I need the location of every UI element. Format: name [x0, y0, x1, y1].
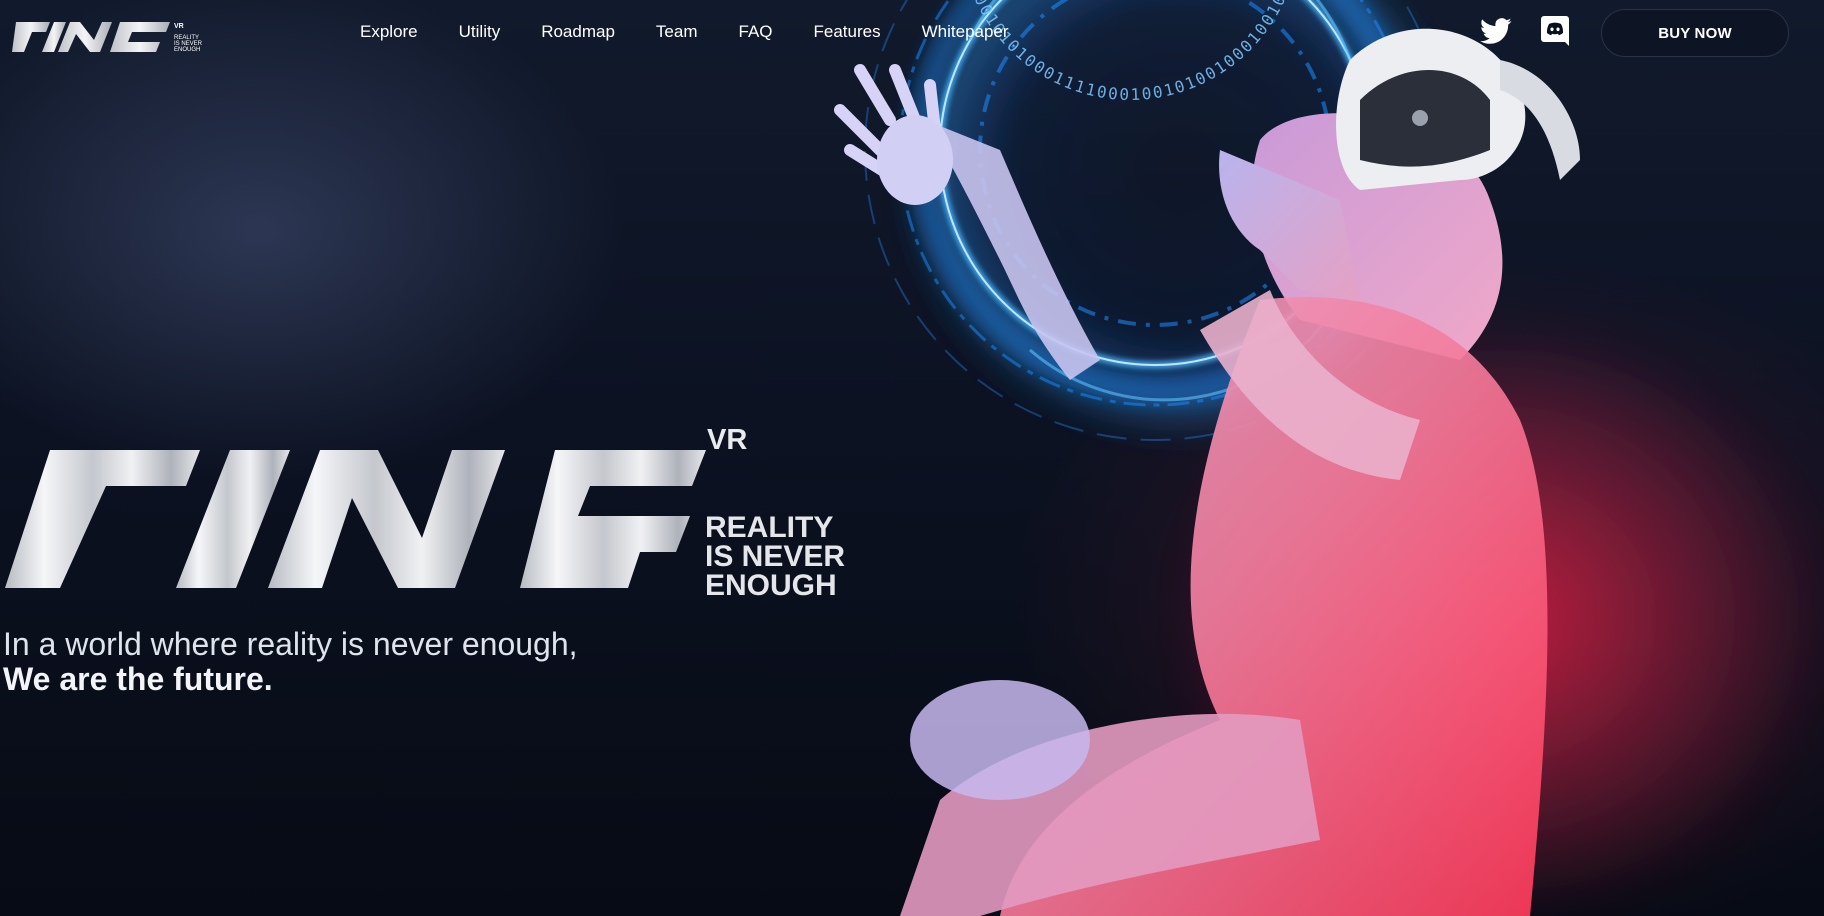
nav-link-roadmap[interactable]: Roadmap: [541, 20, 615, 44]
hero-logo-wordmark: [5, 450, 706, 588]
hero-logo-tagline-3: ENOUGH: [705, 569, 837, 600]
nav-logo[interactable]: VR REALITY IS NEVER ENOUGH: [10, 12, 215, 54]
nav-link-faq[interactable]: FAQ: [739, 20, 773, 44]
twitter-icon[interactable]: [1480, 15, 1512, 47]
nav-link-features[interactable]: Features: [814, 20, 881, 44]
nav-link-explore[interactable]: Explore: [360, 20, 418, 44]
nav-logo-tagline-3: ENOUGH: [174, 47, 200, 53]
discord-icon[interactable]: [1541, 16, 1569, 46]
hero-logo: VR REALITY IS NEVER ENOUGH: [5, 424, 845, 600]
nav-menu: Explore Utility Roadmap Team FAQ Feature…: [360, 20, 1009, 44]
nav-link-utility[interactable]: Utility: [459, 20, 501, 44]
hero-headline: We are the future.: [3, 661, 273, 697]
buy-now-button[interactable]: BUY NOW: [1601, 9, 1789, 57]
top-navbar: VR REALITY IS NEVER ENOUGH Explore Utili…: [0, 0, 1824, 64]
hero-logo-vr: VR: [707, 424, 747, 456]
hero-subtitle: In a world where reality is never enough…: [3, 626, 578, 662]
nav-logo-vr: VR: [174, 23, 184, 30]
hero-section: 0100100010101000111100010010100100010010…: [0, 0, 1824, 916]
hero-illustration: 0100100010101000111100010010100100010010…: [834, 0, 1824, 916]
nav-link-team[interactable]: Team: [656, 20, 698, 44]
nav-link-whitepaper[interactable]: Whitepaper: [922, 20, 1009, 44]
